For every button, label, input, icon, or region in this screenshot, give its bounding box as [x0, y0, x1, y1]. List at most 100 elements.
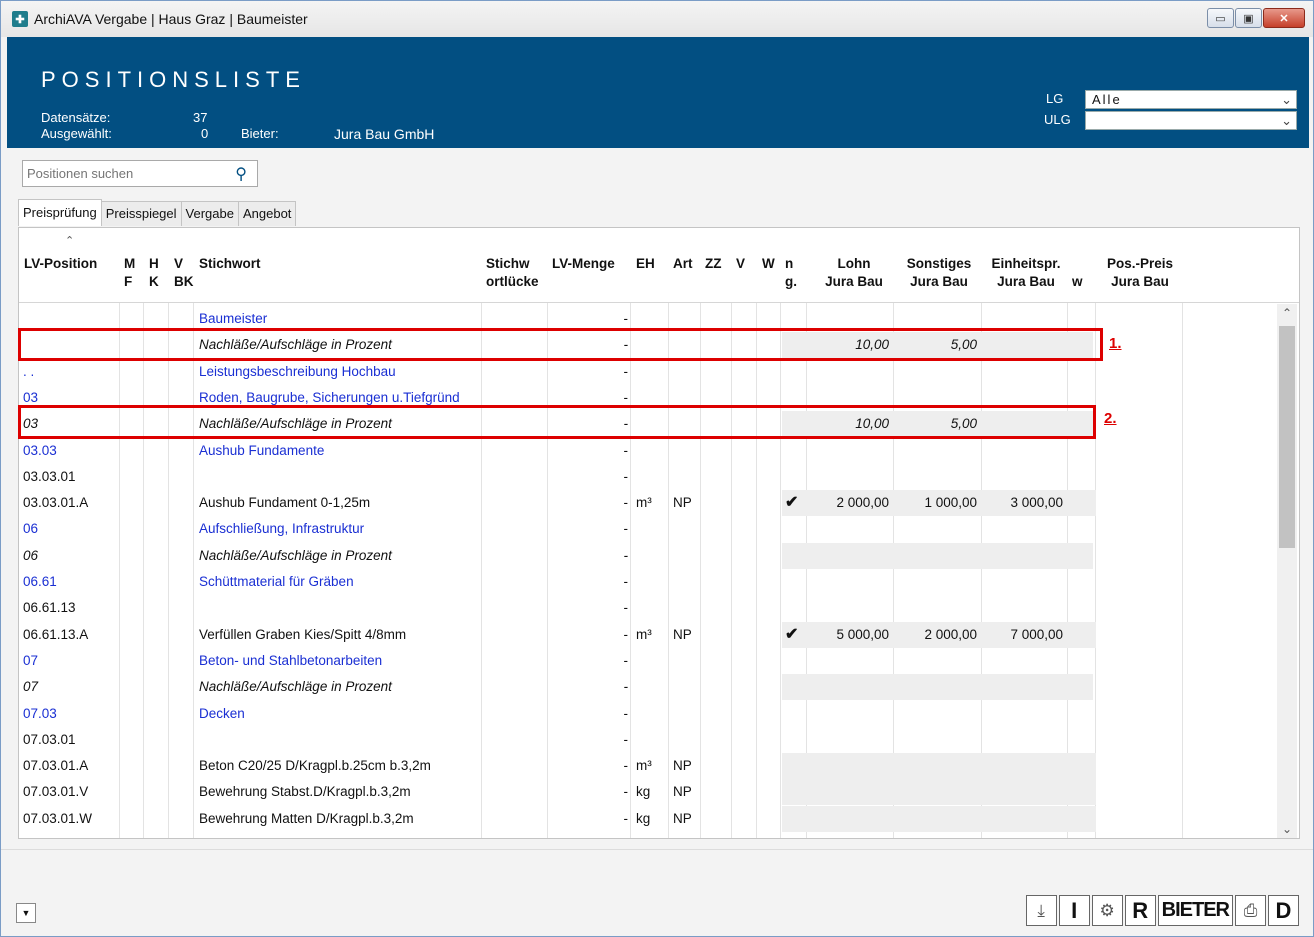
table-row[interactable]: 07 Nachläße/Aufschläge in Prozent -: [19, 674, 1281, 701]
cell-stichwort: [199, 595, 479, 621]
cell-stichwort: Nachläße/Aufschläge in Prozent: [199, 679, 392, 695]
annotation-label-2: 2.: [1104, 410, 1117, 427]
bieter-label: Bieter:: [241, 126, 279, 141]
cell-check: [785, 727, 805, 753]
cell-pos: 07.03.01.W: [23, 810, 93, 826]
col-lv-position[interactable]: LV-Position: [24, 255, 114, 273]
table-row[interactable]: . . Leistungsbeschreibung Hochbau -: [19, 359, 1281, 385]
cell-sonst: [894, 595, 981, 621]
col-ing[interactable]: n g.: [785, 255, 801, 291]
col-zz[interactable]: ZZ: [705, 255, 729, 273]
cell-art: [673, 543, 699, 569]
cell-art: [673, 701, 699, 727]
lg-select-value: Alle: [1092, 92, 1122, 107]
col-pos-preis[interactable]: Pos.-Preis Jura Bau: [1098, 255, 1182, 291]
i-button[interactable]: I: [1058, 895, 1090, 926]
col-w[interactable]: W: [762, 255, 780, 273]
table-row[interactable]: 07.03 Decken -: [19, 701, 1281, 727]
maximize-button[interactable]: ▣: [1235, 8, 1262, 28]
cell-menge: -: [623, 600, 629, 616]
col-ow[interactable]: w: [1072, 255, 1092, 291]
cell-eh: kg: [636, 784, 651, 800]
cell-stichwort: Aushub Fundament 0-1,25m: [199, 495, 371, 511]
cell-eh: kg: [636, 810, 651, 826]
col-vbk[interactable]: V BK: [174, 255, 196, 291]
cell-ep: [982, 701, 1067, 727]
scroll-up-icon[interactable]: ⌃: [1277, 304, 1297, 322]
cell-eh: [636, 464, 666, 490]
cell-art: [673, 648, 699, 674]
cell-lohn: [806, 464, 893, 490]
cell-lohn: [806, 806, 893, 832]
table-row[interactable]: 07.03.01 -: [19, 727, 1281, 753]
search-icon[interactable]: ⚲: [235, 164, 247, 184]
scroll-down-icon[interactable]: ⌄: [1277, 820, 1297, 838]
tab-vergabe[interactable]: Vergabe: [180, 201, 239, 226]
d-button[interactable]: D: [1268, 895, 1299, 926]
minimize-button[interactable]: ▭: [1207, 8, 1234, 28]
table-row[interactable]: 06 Aufschließung, Infrastruktur -: [19, 516, 1281, 542]
gear-icon[interactable]: ⚙: [1091, 895, 1123, 926]
table-row[interactable]: 07 Beton- und Stahlbetonarbeiten -: [19, 648, 1281, 674]
close-button[interactable]: ✕: [1263, 8, 1305, 28]
tab-preisspiegel[interactable]: Preisspiegel: [100, 201, 182, 226]
cell-menge: -: [623, 679, 629, 695]
r-button[interactable]: R: [1124, 895, 1156, 926]
annotation-label-1: 1.: [1109, 335, 1122, 352]
table-row[interactable]: 03.03.01 -: [19, 464, 1281, 490]
tab-angebot[interactable]: Angebot: [237, 201, 297, 226]
cell-eh: [636, 727, 666, 753]
lg-select[interactable]: Alle ⌄: [1085, 90, 1297, 109]
col-eh[interactable]: EH: [636, 255, 666, 273]
table-row[interactable]: 06 Nachläße/Aufschläge in Prozent -: [19, 542, 1281, 569]
sort-ascending-icon[interactable]: ⌃: [65, 234, 74, 247]
col-lohn[interactable]: Lohn Jura Bau: [814, 255, 894, 291]
cell-sonst: [894, 753, 981, 779]
cell-art: [673, 464, 699, 490]
search-input[interactable]: [23, 161, 223, 186]
col-art[interactable]: Art: [673, 255, 703, 273]
col-lv-menge[interactable]: LV-Menge: [552, 255, 632, 273]
cell-sonst: 1 000,00: [924, 495, 977, 511]
table-row[interactable]: 07.03.01.A Beton C20/25 D/Kragpl.b.25cm b…: [19, 753, 1281, 780]
dropdown-button[interactable]: ▼: [16, 903, 36, 923]
cell-lohn: [806, 359, 893, 385]
col-stichwort[interactable]: Stichwort: [199, 255, 299, 273]
cell-art: NP: [673, 810, 692, 826]
table-row[interactable]: 06.61.13.A Verfüllen Graben Kies/Spitt 4/…: [19, 621, 1281, 648]
ulg-select[interactable]: ⌄: [1085, 111, 1297, 130]
table-row[interactable]: 07.03.01.W Bewehrung Matten D/Kragpl.b.3,…: [19, 805, 1281, 832]
window-title: ArchiAVA Vergabe | Haus Graz | Baumeiste…: [34, 11, 308, 27]
cell-menge: -: [623, 521, 629, 537]
footer-divider: [1, 849, 1313, 850]
table-row[interactable]: 03.03.01.A Aushub Fundament 0-1,25m - m³ NP ✔…: [19, 490, 1281, 517]
col-mf[interactable]: M F: [124, 255, 144, 291]
bieter-button[interactable]: BIETER: [1157, 895, 1233, 926]
vertical-scrollbar[interactable]: ⌃ ⌄: [1277, 304, 1297, 838]
col-einheitspreis[interactable]: Einheitspr. Jura Bau: [985, 255, 1067, 291]
col-v[interactable]: V: [736, 255, 752, 273]
cell-pos: 06.61.13: [23, 600, 76, 616]
cell-lohn: [806, 648, 893, 674]
cell-sonst: 2 000,00: [924, 626, 977, 642]
cell-sonst: [894, 701, 981, 727]
col-sonstiges[interactable]: Sonstiges Jura Bau: [897, 255, 981, 291]
scroll-thumb[interactable]: [1279, 326, 1295, 548]
table-row[interactable]: 06.61 Schüttmaterial für Gräben -: [19, 569, 1281, 595]
cell-pos: 07: [23, 679, 39, 695]
cell-menge: -: [623, 547, 629, 563]
col-stichwortluecke[interactable]: Stichw ortlücke: [486, 255, 543, 291]
cell-art: NP: [673, 495, 692, 511]
table-row[interactable]: 03.03 Aushub Fundamente -: [19, 438, 1281, 464]
table-row[interactable]: 06.61.13 -: [19, 595, 1281, 621]
table-row[interactable]: 07.03.01.V Bewehrung Stabst.D/Kragpl.b.3,…: [19, 779, 1281, 806]
tab-preispruefung[interactable]: Preisprüfung: [18, 199, 102, 226]
cell-check: [785, 595, 805, 621]
print-icon[interactable]: ⎙: [1235, 895, 1266, 926]
tab-bar: Preisprüfung Preisspiegel Vergabe Angebo…: [18, 199, 297, 227]
cell-art: NP: [673, 626, 692, 642]
cell-menge: -: [623, 574, 629, 589]
header-panel: POSITIONSLISTE Datensätze: 37 Ausgewählt…: [7, 37, 1309, 148]
download-icon[interactable]: ⤓: [1025, 895, 1057, 926]
col-hk[interactable]: H K: [149, 255, 169, 291]
